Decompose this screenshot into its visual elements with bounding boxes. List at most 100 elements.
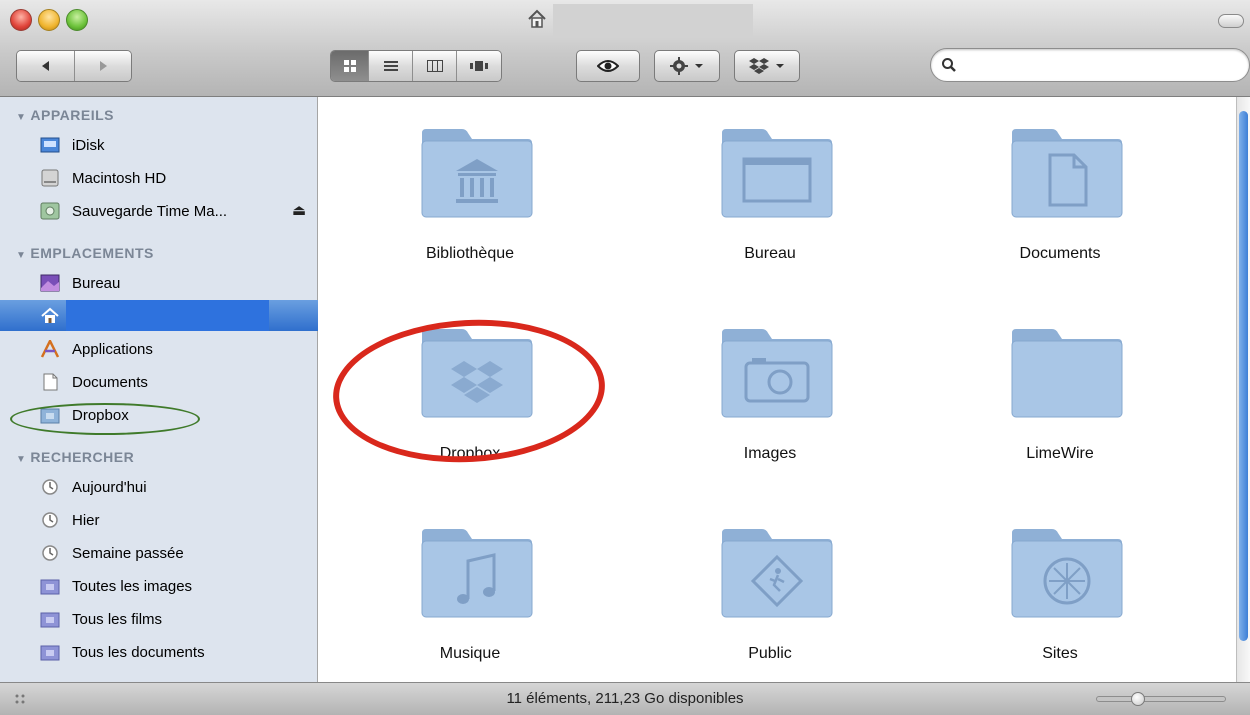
zoom-button[interactable] <box>66 9 88 31</box>
sidebar-item-label: Hier <box>72 512 100 529</box>
documents-folder-icon <box>1011 129 1123 218</box>
sidebar-item-label <box>66 300 269 331</box>
sidebar-item-all-movies[interactable]: Tous les films <box>0 603 318 634</box>
folder-item-documents[interactable]: Documents <box>920 97 1200 287</box>
green-annotation-circle <box>10 403 200 435</box>
sidebar-item-label: Macintosh HD <box>72 170 167 187</box>
harddisk-icon <box>41 169 59 187</box>
clock-icon <box>42 479 58 495</box>
vertical-scrollbar[interactable] <box>1236 97 1250 682</box>
sidebar-item-last-week[interactable]: Semaine passée <box>0 537 318 568</box>
cover-flow-button[interactable] <box>457 51 501 81</box>
sidebar-item-all-documents[interactable]: Tous les documents <box>0 636 318 667</box>
forward-button[interactable] <box>75 51 131 81</box>
sidebar-item-yesterday[interactable]: Hier <box>0 504 318 535</box>
close-button[interactable] <box>10 9 32 31</box>
dropbox-icon <box>749 58 769 74</box>
sidebar-item-label: Semaine passée <box>72 545 184 562</box>
column-view-button[interactable] <box>413 51 457 81</box>
folder-item-sites[interactable]: Sites <box>920 497 1200 687</box>
status-bar: 11 éléments, 211,23 Go disponibles <box>0 682 1250 715</box>
eject-icon[interactable]: ⏏ <box>292 201 306 219</box>
clock-icon <box>42 512 58 528</box>
quick-look-button[interactable] <box>576 50 640 82</box>
back-button[interactable] <box>17 51 75 81</box>
search-icon <box>942 58 956 72</box>
folder-name: Bureau <box>744 245 796 262</box>
folder-item-public[interactable]: Public <box>630 497 910 687</box>
sidebar-item-label: Toutes les images <box>72 578 193 595</box>
library-folder-icon <box>421 129 533 218</box>
folder-item-images[interactable]: Images <box>630 297 910 487</box>
sidebar-section-search[interactable]: ▼ RECHERCHER <box>16 449 134 465</box>
icon-size-slider-knob[interactable] <box>1131 692 1145 706</box>
sidebar-item-label: Documents <box>72 374 148 391</box>
pictures-folder-icon <box>721 329 833 418</box>
folder-item-bureau[interactable]: Bureau <box>630 97 910 287</box>
clock-icon <box>42 545 58 561</box>
forward-arrow-icon <box>100 61 107 71</box>
view-mode-control <box>330 50 502 82</box>
sidebar-item-label: Tous les films <box>72 611 163 628</box>
sidebar-item-documents[interactable]: Documents <box>0 366 318 397</box>
time-machine-disk-icon <box>40 202 60 220</box>
folder-name: Musique <box>439 645 501 662</box>
section-title: EMPLACEMENTS <box>30 245 154 261</box>
home-icon <box>528 9 546 28</box>
documents-icon <box>43 373 58 391</box>
folder-name: Documents <box>1019 245 1101 262</box>
back-forward-control <box>16 50 132 82</box>
gear-icon <box>670 57 688 75</box>
public-folder-icon <box>721 529 833 618</box>
status-text: 11 éléments, 211,23 Go disponibles <box>506 690 744 707</box>
folder-item-musique[interactable]: Musique <box>330 497 610 687</box>
window-title <box>553 4 753 38</box>
folder-name: Public <box>748 645 792 662</box>
sites-folder-icon <box>1011 529 1123 618</box>
dropbox-menu-button[interactable] <box>734 50 800 82</box>
cover-flow-icon <box>470 61 488 71</box>
action-menu-button[interactable] <box>654 50 720 82</box>
search-input[interactable] <box>965 55 1239 77</box>
folder-name: Bibliothèque <box>425 245 515 262</box>
finder-window: ▼ APPAREILS iDisk Macintosh HD Sauvegarde… <box>0 0 1250 715</box>
folder-name: Images <box>743 445 797 462</box>
sidebar-item-home[interactable] <box>0 300 318 331</box>
chevron-down-icon <box>695 64 703 68</box>
column-view-icon <box>426 60 443 72</box>
sidebar-item-bureau[interactable]: Bureau <box>0 267 318 298</box>
sidebar: ▼ APPAREILS iDisk Macintosh HD Sauvegarde… <box>0 97 318 682</box>
smart-folder-icon <box>40 645 60 661</box>
folder-icon <box>1011 329 1123 418</box>
list-view-button[interactable] <box>369 51 413 81</box>
sidebar-item-time-machine[interactable]: Sauvegarde Time Ma... ⏏ <box>0 195 318 226</box>
sidebar-item-label: Aujourd'hui <box>72 479 147 496</box>
toolbar-toggle-button[interactable] <box>1218 14 1244 28</box>
folder-item-bibliotheque[interactable]: Bibliothèque <box>330 97 610 287</box>
sidebar-item-all-images[interactable]: Toutes les images <box>0 570 318 601</box>
icon-size-slider[interactable] <box>1096 692 1226 706</box>
search-field[interactable] <box>930 48 1250 82</box>
smart-folder-icon <box>40 612 60 628</box>
list-view-icon <box>383 61 398 71</box>
sidebar-section-devices[interactable]: ▼ APPAREILS <box>16 107 114 123</box>
sidebar-item-label: Tous les documents <box>72 644 205 661</box>
minimize-button[interactable] <box>38 9 60 31</box>
idisk-icon <box>40 137 60 153</box>
icon-view-button[interactable] <box>331 51 369 81</box>
sidebar-item-label: Applications <box>72 341 153 358</box>
smart-folder-icon <box>40 579 60 595</box>
eye-icon <box>597 60 619 72</box>
back-arrow-icon <box>41 61 49 71</box>
folder-item-limewire[interactable]: LimeWire <box>920 297 1200 487</box>
sidebar-item-today[interactable]: Aujourd'hui <box>0 471 318 502</box>
sidebar-item-idisk[interactable]: iDisk <box>0 129 318 160</box>
sidebar-section-places[interactable]: ▼ EMPLACEMENTS <box>16 245 154 261</box>
sidebar-item-label: iDisk <box>72 137 105 154</box>
icon-view-icon <box>343 60 356 72</box>
sidebar-item-applications[interactable]: Applications <box>0 333 318 364</box>
scrollbar-thumb[interactable] <box>1239 111 1248 641</box>
music-folder-icon <box>421 529 533 618</box>
sidebar-item-macintosh-hd[interactable]: Macintosh HD <box>0 162 318 193</box>
applications-icon <box>40 340 60 358</box>
